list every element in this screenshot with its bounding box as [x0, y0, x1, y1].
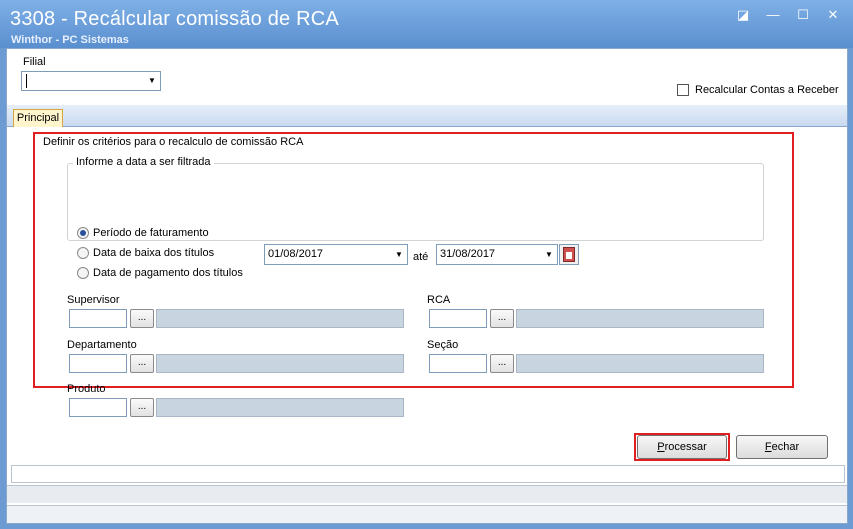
secao-code-input[interactable]	[429, 354, 487, 373]
supervisor-description	[156, 309, 404, 328]
radio-data-baixa[interactable]: Data de baixa dos títulos	[77, 247, 214, 259]
secao-description	[516, 354, 764, 373]
chevron-down-icon[interactable]: ▼	[543, 248, 555, 262]
filial-combo[interactable]: ▼	[21, 71, 161, 91]
radio-button[interactable]	[77, 247, 89, 259]
radio-label: Período de faturamento	[93, 227, 209, 239]
chevron-down-icon[interactable]: ▼	[146, 74, 158, 88]
recalcular-contas-checkbox[interactable]	[677, 84, 689, 96]
radio-button[interactable]	[77, 267, 89, 279]
processar-button[interactable]: Processar	[637, 435, 727, 459]
secao-lookup-button[interactable]: ...	[490, 354, 514, 373]
progress-bar-area	[7, 485, 847, 503]
title-bar: 3308 - Recálcular comissão de RCA Wintho…	[0, 0, 853, 48]
departamento-code-input[interactable]	[69, 354, 127, 373]
rca-lookup-button[interactable]: ...	[490, 309, 514, 328]
window-title: 3308 - Recálcular comissão de RCA	[10, 8, 339, 30]
minimize-icon[interactable]: —	[765, 8, 781, 22]
filial-label: Filial	[23, 56, 46, 68]
secao-label: Seção	[427, 339, 459, 351]
close-icon[interactable]: ✕	[825, 8, 841, 22]
departamento-lookup-button[interactable]: ...	[130, 354, 154, 373]
supervisor-code-input[interactable]	[69, 309, 127, 328]
restore-icon[interactable]: ◪	[735, 8, 751, 22]
radio-periodo-faturamento[interactable]: Período de faturamento	[77, 227, 209, 239]
tab-principal[interactable]: Principal	[13, 109, 63, 128]
radio-label: Data de pagamento dos títulos	[93, 267, 243, 279]
produto-code-input[interactable]	[69, 398, 127, 417]
date-to-label: até	[413, 251, 429, 263]
criteria-group-label: Definir os critérios para o recalculo de…	[41, 136, 306, 148]
supervisor-label: Supervisor	[67, 294, 120, 306]
rca-code-input[interactable]	[429, 309, 487, 328]
rca-label: RCA	[427, 294, 451, 306]
radio-label: Data de baixa dos títulos	[93, 247, 215, 259]
client-area: Filial ▼ Recalcular Contas a Receber Pri…	[6, 48, 848, 524]
text-caret	[26, 74, 27, 88]
recalcular-contas-checkbox-wrap[interactable]: Recalcular Contas a Receber	[677, 84, 839, 96]
window-subtitle: Winthor - PC Sistemas	[11, 34, 129, 46]
fechar-label: echar	[771, 441, 800, 453]
date-from-combo[interactable]: 01/08/2017 ▼	[264, 244, 408, 265]
calendar-button[interactable]	[559, 244, 579, 265]
date-from-value: 01/08/2017	[268, 248, 324, 260]
calendar-icon	[563, 247, 575, 262]
application-window: 3308 - Recálcular comissão de RCA Wintho…	[0, 0, 853, 529]
status-bar	[7, 505, 847, 523]
date-to-combo[interactable]: 31/08/2017 ▼	[436, 244, 558, 265]
processar-hotkey: P	[657, 441, 665, 453]
tab-strip: Principal	[7, 105, 847, 128]
departamento-label: Departamento	[67, 339, 137, 351]
maximize-icon[interactable]: ☐	[795, 8, 811, 22]
fechar-hotkey: F	[764, 441, 772, 453]
info-bar	[11, 465, 845, 483]
fechar-button[interactable]: Fechar	[736, 435, 828, 459]
rca-description	[516, 309, 764, 328]
recalcular-contas-label: Recalcular Contas a Receber	[695, 84, 839, 96]
supervisor-lookup-button[interactable]: ...	[130, 309, 154, 328]
produto-lookup-button[interactable]: ...	[130, 398, 154, 417]
radio-button-selected[interactable]	[77, 227, 89, 239]
principal-panel: Definir os critérios para o recalculo de…	[9, 127, 845, 461]
radio-data-pagamento[interactable]: Data de pagamento dos títulos	[77, 267, 243, 279]
date-to-value: 31/08/2017	[440, 248, 496, 260]
chevron-down-icon[interactable]: ▼	[393, 248, 405, 262]
date-filter-group-label: Informe a data a ser filtrada	[73, 156, 214, 168]
produto-label: Produto	[67, 383, 106, 395]
departamento-description	[156, 354, 404, 373]
processar-label: rocessar	[664, 441, 707, 453]
window-controls: ◪ — ☐ ✕	[735, 8, 841, 22]
produto-description	[156, 398, 404, 417]
